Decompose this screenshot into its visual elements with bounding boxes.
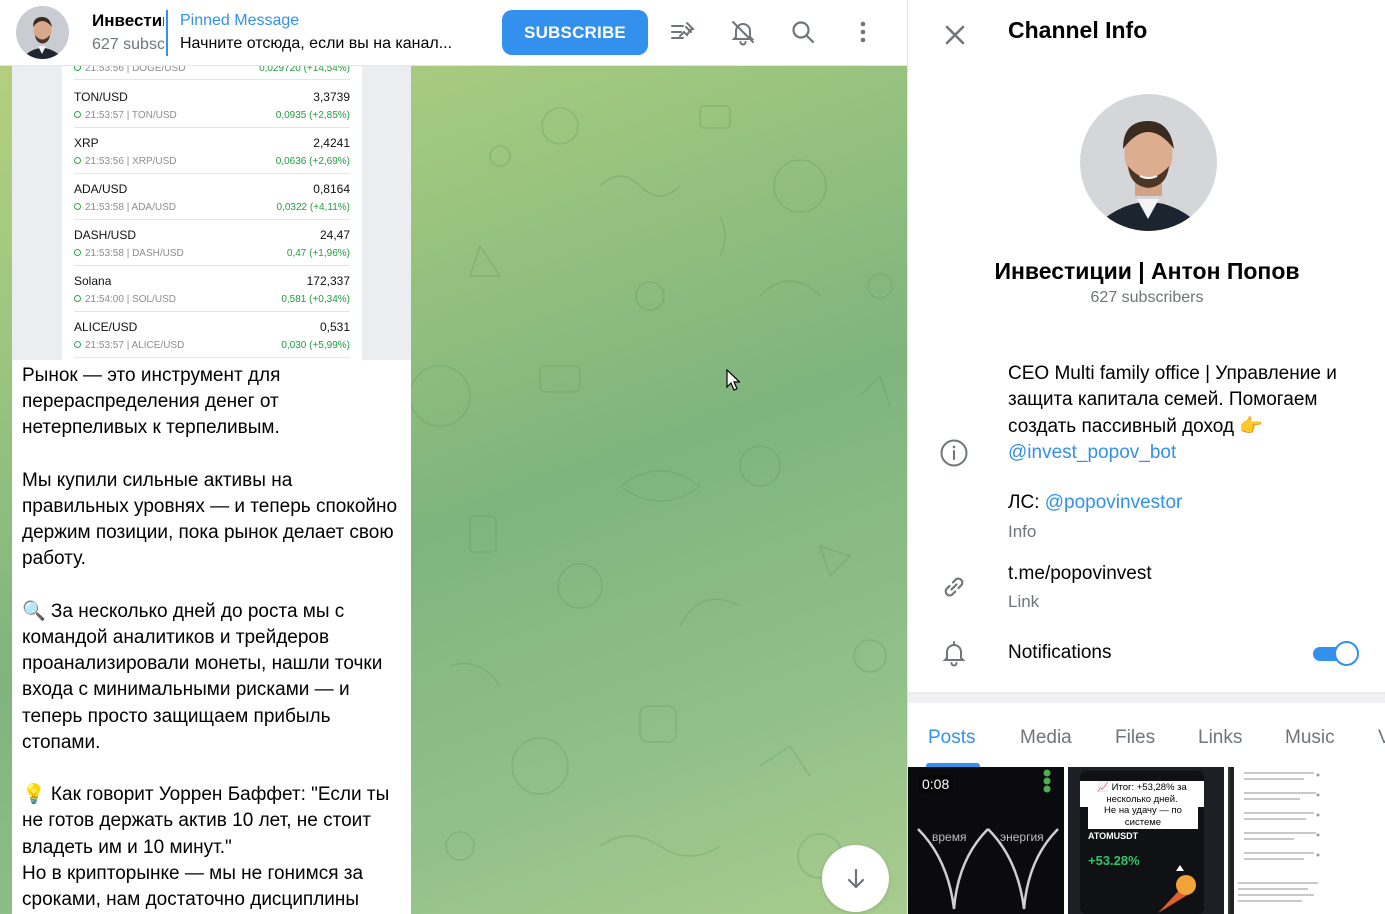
ticker-price: 0,8164 (313, 182, 350, 196)
tab-posts[interactable]: Posts (928, 727, 976, 749)
ticker-row-partial: 21:53:56 | DOGE/USD 0,029720 (+14,54%) (74, 66, 350, 80)
ticker-time: 21:53:56 | DOGE/USD (85, 66, 186, 74)
shared-media-tabs: Posts Media Files Links Music V (908, 703, 1385, 767)
ticker-change: 0,0322 (+4,11%) (276, 202, 350, 213)
channel-avatar[interactable] (16, 6, 69, 59)
ticker-change: 0,030 (+5,99%) (281, 340, 350, 351)
pinned-list-icon[interactable] (665, 14, 701, 50)
search-icon[interactable] (785, 14, 821, 50)
ticker-row: XRP 2,4241 21:53:56 | XRP/USD 0,0636 (+2… (74, 128, 350, 174)
ticker-time: 21:53:58 | ADA/USD (85, 202, 176, 213)
ticker-name: TON/USD (74, 90, 128, 104)
post-paragraph: Но в крипторынке — мы не гонимся за срок… (22, 862, 369, 911)
notifications-toggle[interactable] (1313, 641, 1359, 666)
toggle-knob (1334, 641, 1359, 666)
info-icon (937, 436, 971, 470)
link-icon (937, 570, 971, 604)
thumbnail-percent: +53.28% (1088, 853, 1140, 868)
channel-link[interactable]: t.me/popovinvest (1008, 563, 1152, 585)
post-thumbnail[interactable]: 📈 Итог: +53,28% за несколько дней. Не на… (1068, 767, 1224, 914)
ticker-name: ALICE/USD (74, 320, 138, 334)
subscribe-button[interactable]: SUBSCRIBE (502, 10, 648, 55)
ticker-change: 0,029720 (+14,54%) (259, 66, 350, 74)
bell-icon (937, 636, 971, 670)
chat-area: Инвестиции | Антон Попов 627 subscribers… (0, 0, 907, 914)
ticker-time: 21:54:00 | SOL/USD (85, 294, 176, 305)
video-duration: 0:08 (918, 775, 954, 793)
ticker-time: 21:53:57 | TON/USD (85, 110, 177, 121)
post-paragraph: Рынок — это инструмент для перераспредел… (22, 365, 286, 439)
ticker-time: 21:53:57 | ALICE/USD (85, 340, 185, 351)
ticker-row: ADA/USD 0,8164 21:53:58 | ADA/USD 0,0322… (74, 174, 350, 220)
ticker-row: ALICE/USD 0,531 21:53:57 | ALICE/USD 0,0… (74, 312, 350, 358)
ticker-price: 2,4241 (313, 136, 350, 150)
ticker-price: 24,47 (319, 228, 350, 242)
thumbnail-caption: время (932, 830, 967, 844)
ticker-row: DASH/USD 24,47 21:53:58 | DASH/USD 0,47 … (74, 220, 350, 266)
posts-grid: 0:08 время энергия 📈 Итог: +53,28% за не… (908, 767, 1385, 914)
ticker-change: 0,581 (+0,34%) (281, 294, 350, 305)
link-label: Link (1008, 592, 1040, 611)
chat-header: Инвестиции | Антон Попов 627 subscribers… (0, 0, 907, 66)
ticker-price: 172,337 (306, 274, 350, 288)
ticker-list: 21:53:56 | DOGE/USD 0,029720 (+14,54%) T… (62, 66, 362, 360)
post-paragraph: 💡 Как говорит Уоррен Баффет: "Если ты не… (22, 784, 395, 858)
notifications-label: Notifications (1008, 642, 1112, 663)
channel-post: 21:53:56 | DOGE/USD 0,029720 (+14,54%) T… (12, 66, 411, 914)
chat-subscriber-count: 627 subscribers (92, 36, 164, 53)
pinned-message-bar[interactable]: Pinned Message Начните отсюда, если вы н… (166, 10, 486, 56)
post-paragraph: 🔍 За несколько дней до роста мы с команд… (22, 600, 388, 753)
thumbnail-banner: 📈 Итог: +53,28% за несколько дней. (1080, 781, 1204, 807)
info-label: Info (1008, 522, 1037, 541)
contact-line: ЛС: @popovinvestor (1008, 492, 1182, 514)
section-divider (908, 692, 1385, 703)
tab-voice[interactable]: V (1378, 727, 1385, 749)
ticker-change: 0,0935 (+2,85%) (275, 110, 350, 121)
ticker-name: ADA/USD (74, 182, 128, 196)
channel-name: Инвестиции | Антон Попов (994, 258, 1300, 284)
close-icon[interactable] (937, 17, 973, 53)
post-thumbnail[interactable] (1228, 767, 1384, 914)
post-text: Рынок — это инструмент для перераспредел… (22, 363, 404, 913)
channel-avatar-large[interactable] (1080, 94, 1217, 231)
thumbnail-banner: Не на удачу — по системе (1088, 805, 1198, 829)
channel-info-panel: Channel Info Инвестиции | Антон Попов 62… (907, 0, 1385, 914)
ticker-price: 0,531 (319, 320, 350, 334)
ticker-name: DASH/USD (74, 228, 137, 242)
ticker-time: 21:53:56 | XRP/USD (85, 156, 177, 167)
thumbnail-caption: энергия (1000, 830, 1044, 844)
telegram-window: Инвестиции | Антон Попов 627 subscribers… (0, 0, 1385, 914)
ticker-name: XRP (74, 136, 99, 150)
ticker-change: 0,47 (+1,96%) (286, 248, 350, 259)
tab-music[interactable]: Music (1285, 727, 1335, 749)
arrow-down-icon (847, 868, 864, 888)
ticker-time: 21:53:58 | DASH/USD (85, 248, 184, 259)
post-thumbnail[interactable]: 0:08 время энергия (908, 767, 1064, 914)
post-paragraph: Мы купили сильные активы на правильных у… (22, 469, 403, 570)
contact-link[interactable]: @popovinvestor (1045, 492, 1183, 513)
thumbnail-ticker: ATOMUSDT (1088, 831, 1139, 841)
pinned-message-text: Начните отсюда, если вы на канал... (180, 35, 453, 52)
contact-prefix: ЛС: (1008, 492, 1045, 513)
ticker-change: 0,0636 (+2,69%) (275, 156, 350, 167)
tab-media[interactable]: Media (1020, 727, 1072, 749)
tab-links[interactable]: Links (1198, 727, 1242, 749)
ticker-screenshot[interactable]: 21:53:56 | DOGE/USD 0,029720 (+14,54%) T… (12, 66, 411, 360)
scroll-to-bottom-button[interactable] (822, 845, 889, 912)
ticker-row: TON/USD 3,3739 21:53:57 | TON/USD 0,0935… (74, 82, 350, 128)
channel-description: CEO Multi family office | Управление и з… (1008, 361, 1368, 466)
chat-title[interactable]: Инвестиции | Антон Попов (92, 11, 164, 31)
pinned-message-title: Pinned Message (180, 12, 300, 29)
mouse-cursor-icon (726, 369, 740, 391)
mute-bell-icon[interactable] (725, 14, 761, 50)
tab-files[interactable]: Files (1115, 727, 1155, 749)
panel-title: Channel Info (1008, 17, 1148, 43)
ticker-price: 3,3739 (313, 90, 350, 104)
description-text: CEO Multi family office | Управление и з… (1008, 363, 1337, 437)
channel-subscriber-count: 627 subscribers (1090, 289, 1204, 306)
ticker-name: Solana (74, 274, 112, 288)
bot-link[interactable]: @invest_popov_bot (1008, 442, 1176, 463)
more-menu-icon[interactable] (845, 14, 881, 50)
ticker-row: Solana 172,337 21:54:00 | SOL/USD 0,581 … (74, 266, 350, 312)
